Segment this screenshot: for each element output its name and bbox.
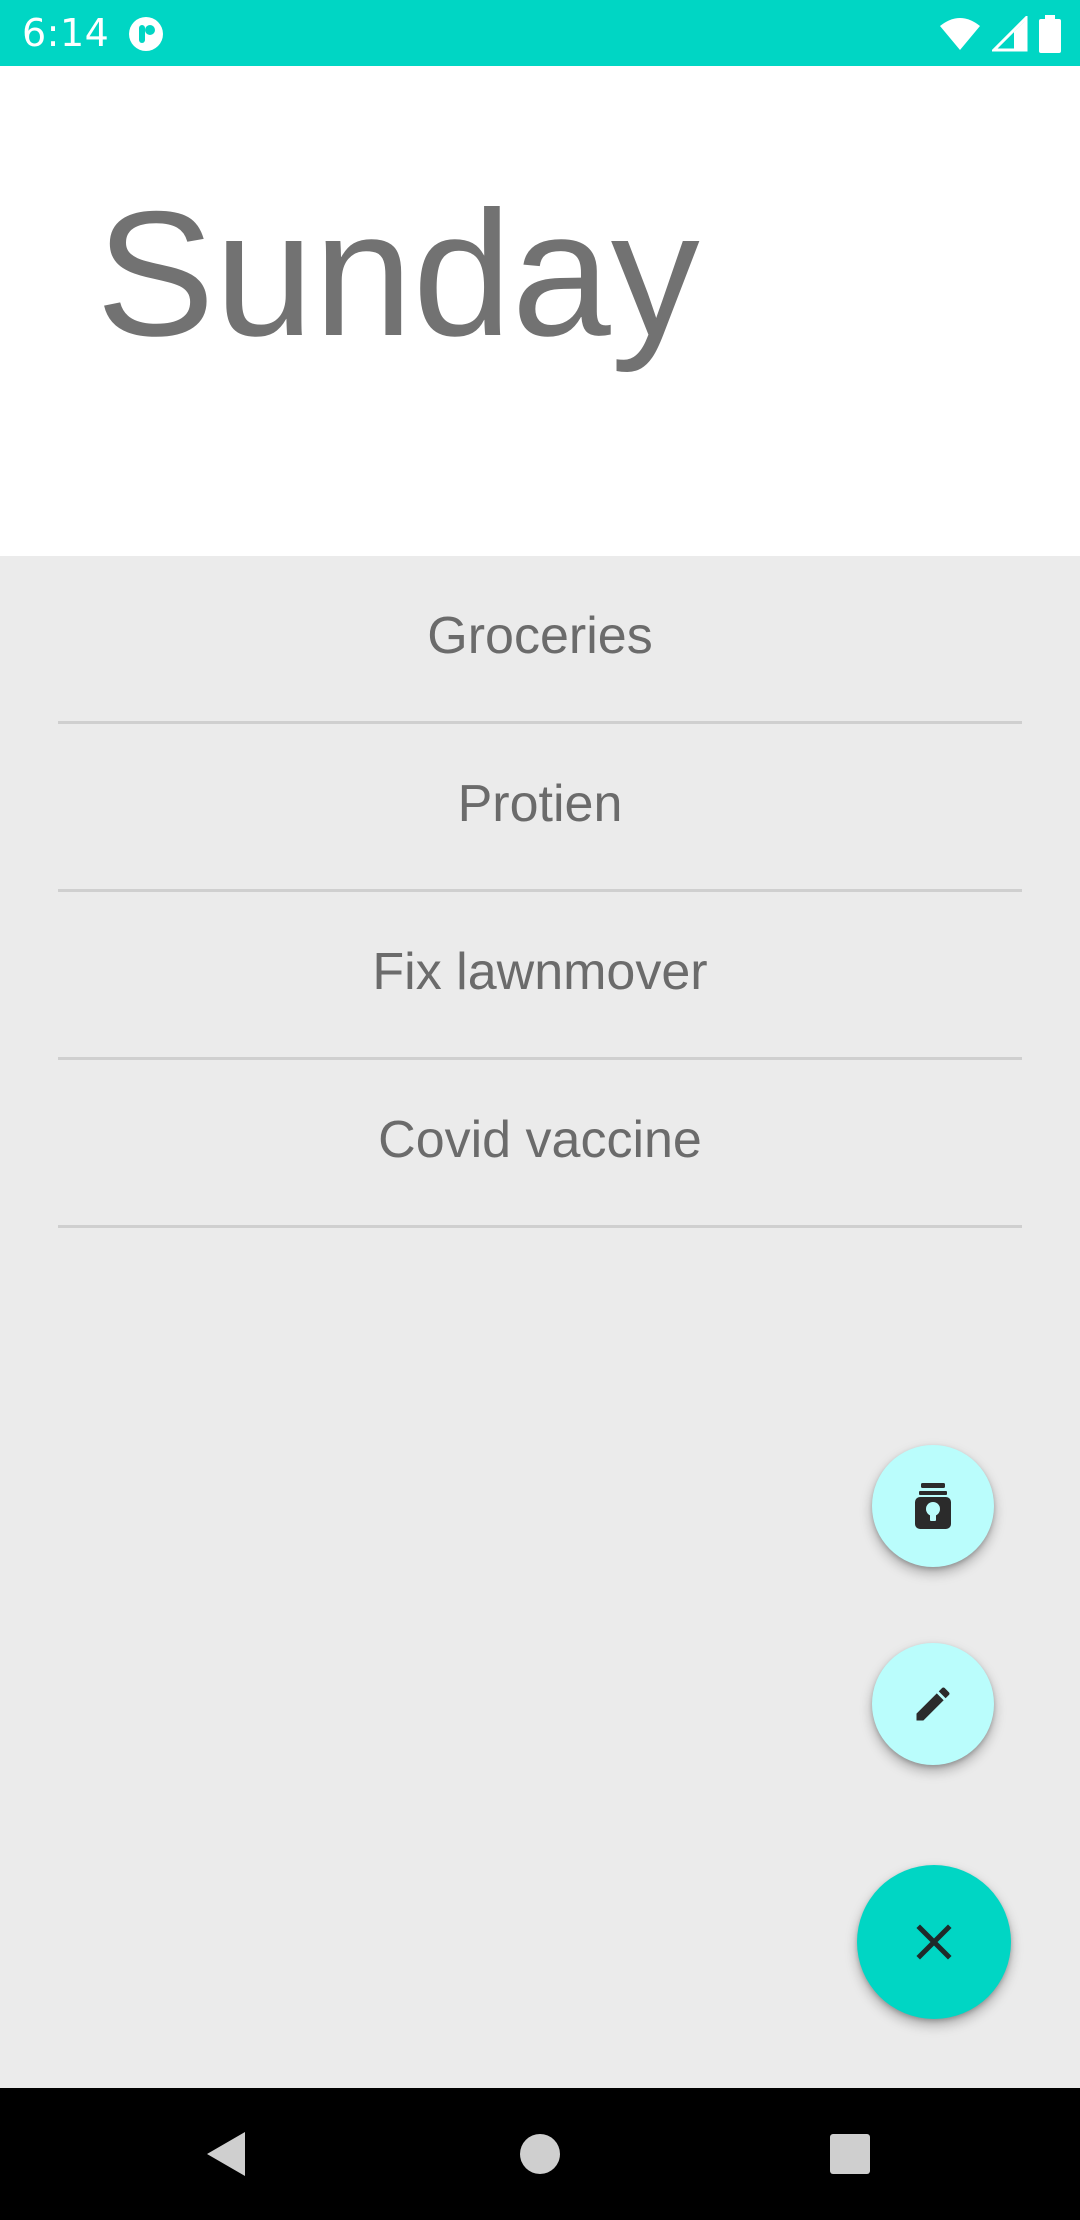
task-list: Groceries Protien Fix lawnmover Covid va…	[58, 556, 1022, 1228]
recents-square-icon	[830, 2134, 870, 2174]
nav-recents-button[interactable]	[784, 2088, 916, 2220]
wifi-icon	[940, 18, 980, 50]
day-header: Sunday	[0, 66, 1080, 556]
close-fab-button[interactable]	[857, 1865, 1011, 2019]
system-navigation-bar	[0, 2088, 1080, 2220]
pencil-icon	[916, 1687, 950, 1721]
day-title: Sunday	[96, 174, 700, 373]
task-item-fix-lawnmover[interactable]: Fix lawnmover	[58, 892, 1022, 1060]
task-item-protien[interactable]: Protien	[58, 724, 1022, 892]
status-time: 6:14	[22, 11, 110, 55]
ideas-fab-button[interactable]	[872, 1445, 994, 1567]
app-notification-icon	[129, 17, 163, 51]
edit-fab-button[interactable]	[872, 1643, 994, 1765]
task-item-groceries[interactable]: Groceries	[58, 556, 1022, 724]
screen: 6:14 Sunday Groceries Protien Fix lawnmo…	[0, 0, 1080, 2220]
task-item-covid-vaccine[interactable]: Covid vaccine	[58, 1060, 1022, 1228]
cellular-signal-icon	[992, 16, 1028, 52]
home-circle-icon	[520, 2134, 560, 2174]
close-icon	[916, 1924, 952, 1960]
task-label: Groceries	[427, 606, 653, 665]
back-triangle-icon	[207, 2132, 245, 2176]
status-bar: 6:14	[0, 0, 1080, 66]
nav-back-button[interactable]	[160, 2088, 292, 2220]
task-label: Fix lawnmover	[372, 942, 708, 1001]
battery-icon	[1039, 15, 1061, 53]
task-label: Protien	[457, 774, 623, 833]
status-icons	[938, 14, 1062, 54]
nav-home-button[interactable]	[474, 2088, 606, 2220]
lightbulb-jar-icon	[915, 1483, 951, 1529]
task-label: Covid vaccine	[378, 1110, 702, 1169]
